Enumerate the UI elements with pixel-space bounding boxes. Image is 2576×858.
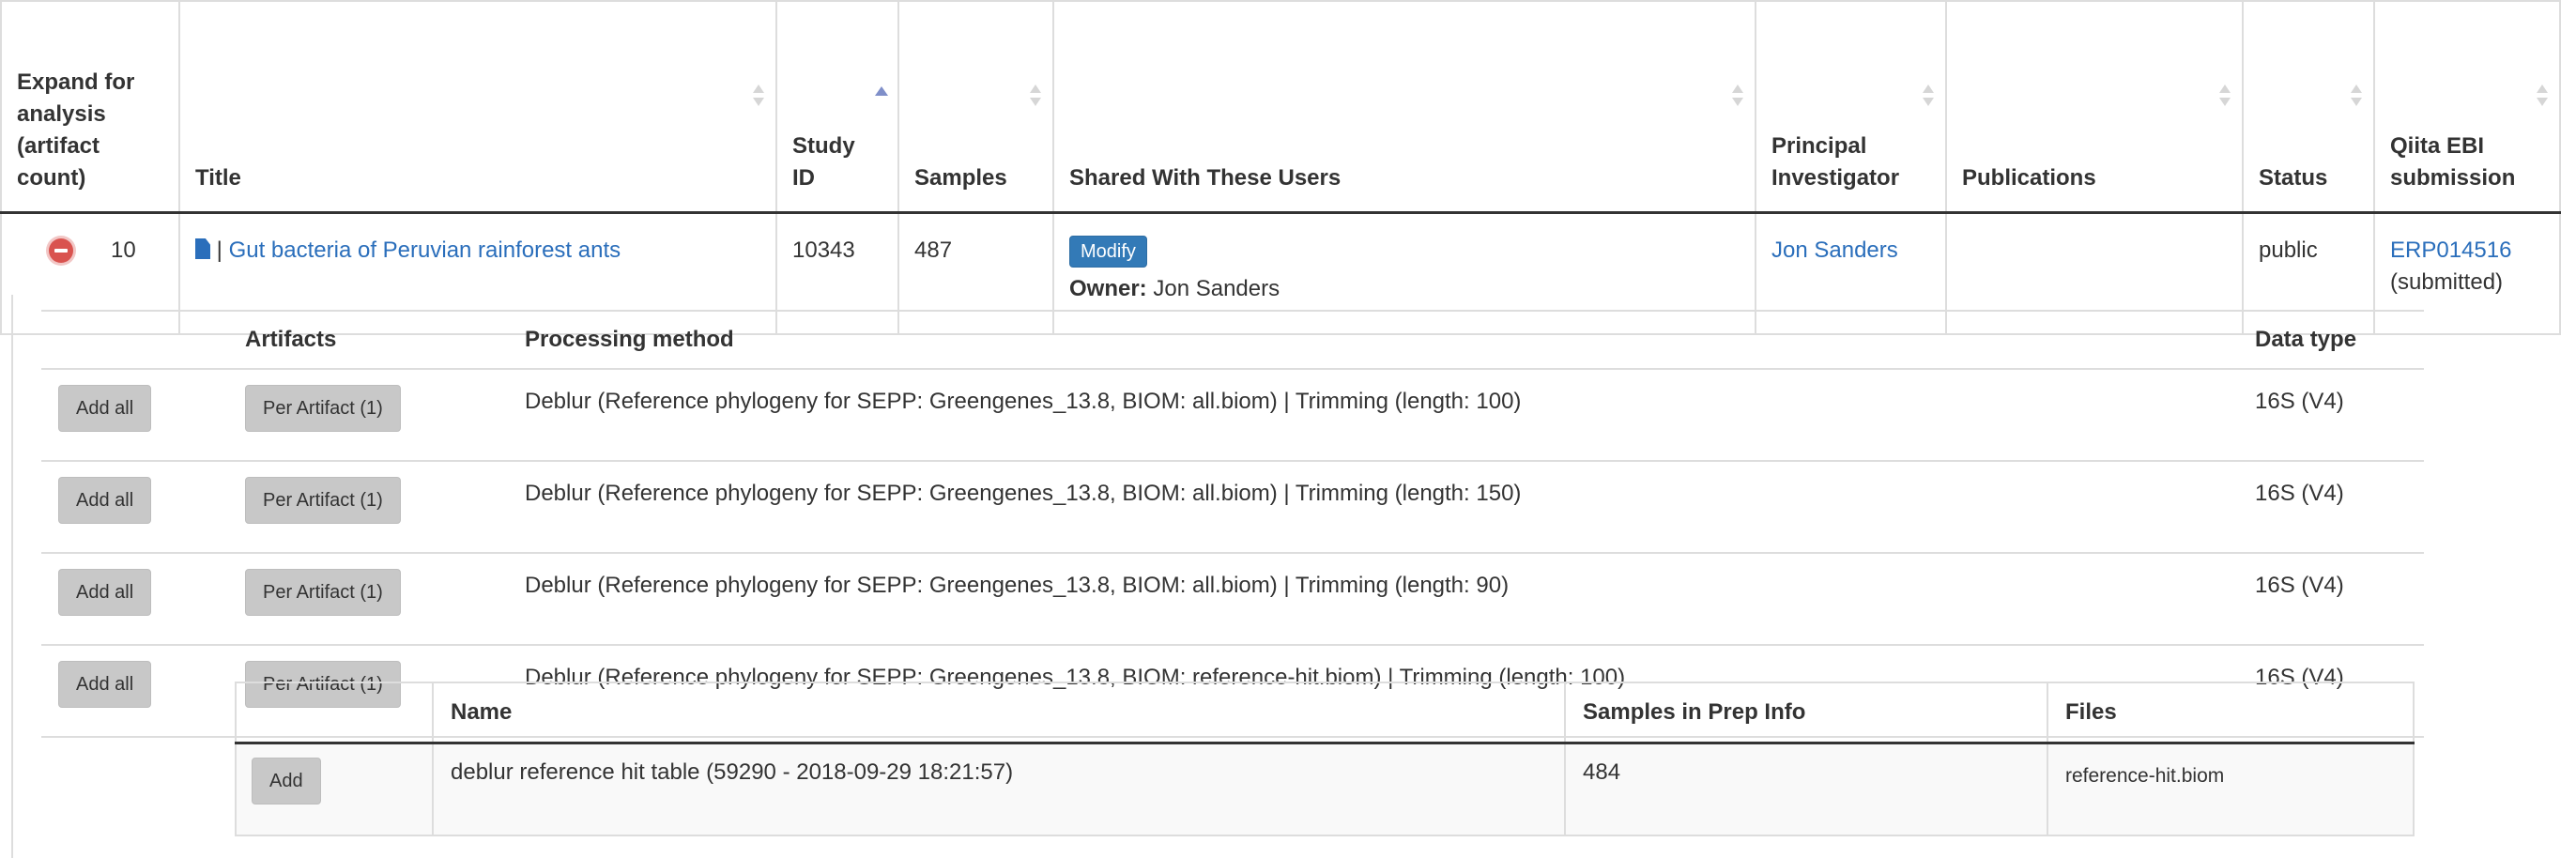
artifacts-table: Artifacts Processing method Data type Ad… [41,310,2424,738]
sort-icon[interactable] [2537,84,2548,109]
processing-method-cell: Deblur (Reference phylogeny for SEPP: Gr… [508,461,2238,554]
data-type-cell: 16S (V4) [2238,553,2424,646]
studies-table: Expand for analysis (artifact count) Tit… [0,0,2561,335]
study-title-link[interactable]: Gut bacteria of Peruvian rainforest ants [229,237,621,263]
detail-header-row: Name Samples in Prep Info Files [235,682,2415,744]
data-type-cell: 16S (V4) [2238,369,2424,462]
col-shared-with-label: Shared With These Users [1069,165,1342,191]
col-principal-investigator[interactable]: Principal Investigator [1755,0,1947,214]
col-samples-label: Samples [914,165,1007,191]
col-add-all [41,310,228,370]
col-add [235,682,434,744]
col-status[interactable]: Status [2242,0,2375,214]
col-name: Name [432,682,1566,744]
data-type-cell: 16S (V4) [2238,461,2424,554]
add-all-button[interactable]: Add all [58,477,152,524]
artifact-row: Add all Per Artifact (1) Deblur (Referen… [41,369,2424,462]
processing-method-cell: Deblur (Reference phylogeny for SEPP: Gr… [508,553,2238,646]
sort-icon[interactable] [1030,84,1041,109]
per-artifact-button[interactable]: Per Artifact (1) [245,569,401,616]
processing-method-cell: Deblur (Reference phylogeny for SEPP: Gr… [508,369,2238,462]
col-expand-label: Expand for analysis (artifact count) [17,69,135,191]
sort-icon[interactable] [2219,84,2231,109]
ebi-accession-link[interactable]: ERP014516 [2390,237,2511,263]
col-publications[interactable]: Publications [1945,0,2244,214]
artifact-count: 10 [111,237,136,263]
col-shared-with[interactable]: Shared With These Users [1052,0,1756,214]
col-samples[interactable]: Samples [897,0,1054,214]
col-study-id-label: Study ID [792,133,855,191]
sort-ascending-icon[interactable] [875,86,888,111]
col-ebi-submission[interactable]: Qiita EBI submission [2373,0,2561,214]
artifact-row: Add all Per Artifact (1) Deblur (Referen… [41,553,2424,646]
per-artifact-cell: Per Artifact (1) [228,461,508,554]
col-artifacts: Artifacts [228,310,508,370]
add-button[interactable]: Add [252,758,321,804]
sort-icon[interactable] [1923,84,1934,109]
col-publications-label: Publications [1962,165,2096,191]
detail-row: Add deblur reference hit table (59290 - … [235,742,2415,836]
per-artifact-cell: Per Artifact (1) [228,369,508,462]
per-artifact-cell: Per Artifact (1) [228,553,508,646]
pi-link[interactable]: Jon Sanders [1771,237,1898,263]
col-study-id[interactable]: Study ID [775,0,899,214]
add-all-cell: Add all [41,461,228,554]
expanded-artifacts-panel: Artifacts Processing method Data type Ad… [11,295,2559,858]
study-results-view: Expand for analysis (artifact count) Tit… [0,0,2576,858]
files-cell: reference-hit.biom [2047,742,2415,836]
per-artifact-button[interactable]: Per Artifact (1) [245,477,401,524]
sort-icon[interactable] [753,84,764,109]
modify-button[interactable]: Modify [1069,236,1147,268]
col-expand: Expand for analysis (artifact count) [0,0,180,214]
artifacts-header-row: Artifacts Processing method Data type [41,310,2424,370]
col-data-type: Data type [2238,310,2424,370]
studies-header-row: Expand for analysis (artifact count) Tit… [0,0,2561,214]
sort-icon[interactable] [1732,84,1743,109]
sort-icon[interactable] [2351,84,2362,109]
add-all-cell: Add all [41,369,228,462]
add-all-button[interactable]: Add all [58,385,152,432]
col-title-label: Title [195,165,241,191]
per-artifact-button[interactable]: Per Artifact (1) [245,385,401,432]
col-pi-label: Principal Investigator [1771,133,1900,191]
artifact-name-cell: deblur reference hit table (59290 - 2018… [432,742,1566,836]
add-all-button[interactable]: Add all [58,661,152,708]
collapse-minus-icon[interactable] [49,238,73,263]
file-icon[interactable] [195,238,210,259]
col-samples-in-prep: Samples in Prep Info [1564,682,2048,744]
col-status-label: Status [2259,165,2328,191]
col-title[interactable]: Title [178,0,777,214]
ebi-state: (submitted) [2390,269,2504,295]
col-files: Files [2047,682,2415,744]
title-separator: | [216,237,222,263]
artifact-row: Add all Per Artifact (1) Deblur (Referen… [41,461,2424,554]
col-ebi-label: Qiita EBI submission [2390,133,2516,191]
col-processing-method: Processing method [508,310,2238,370]
add-all-cell: Add all [41,553,228,646]
add-all-cell: Add all [41,645,228,738]
prep-samples-cell: 484 [1564,742,2048,836]
artifact-detail-table: Name Samples in Prep Info Files Add debl… [235,682,2415,836]
add-all-button[interactable]: Add all [58,569,152,616]
add-cell: Add [235,742,434,836]
